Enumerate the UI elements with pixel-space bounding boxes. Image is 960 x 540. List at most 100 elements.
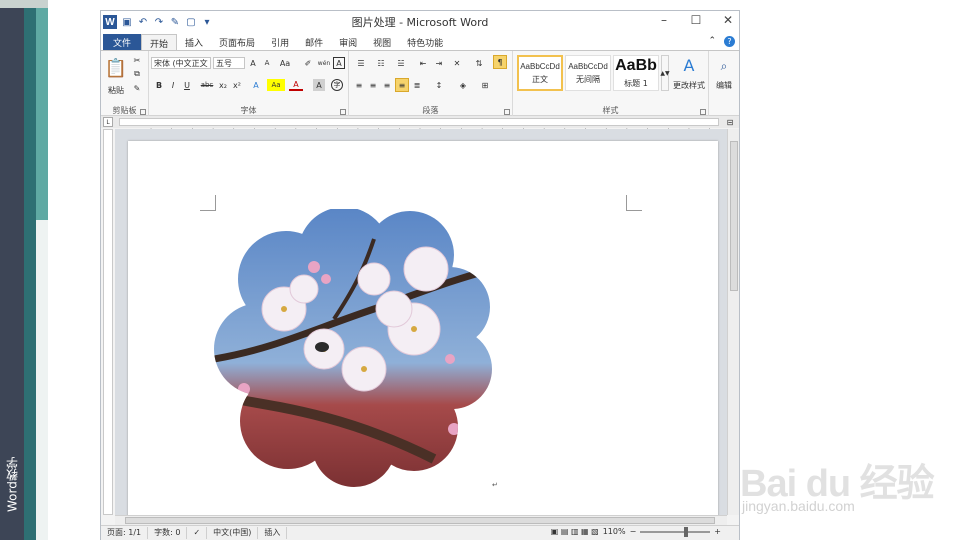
strikethrough-button[interactable]: abc bbox=[199, 79, 215, 91]
tab-review[interactable]: 审阅 bbox=[331, 34, 365, 50]
tab-features[interactable]: 特色功能 bbox=[399, 34, 451, 50]
font-color-button[interactable]: A bbox=[289, 79, 303, 91]
view-ruler-icon[interactable]: ⊟ bbox=[725, 117, 735, 127]
baidu-watermark: Bai du 经验 jingyan.baidu.com bbox=[740, 452, 950, 522]
highlight-button[interactable]: Aa bbox=[267, 79, 285, 91]
change-case-icon[interactable]: Aa bbox=[277, 57, 293, 69]
decrease-indent-icon[interactable]: ⇤ bbox=[417, 57, 429, 69]
change-styles-button[interactable]: 更改样式 bbox=[669, 79, 709, 91]
paste-icon[interactable]: 📋 bbox=[105, 55, 127, 81]
cloud-shaped-picture[interactable] bbox=[214, 209, 494, 489]
undo-icon[interactable]: ↶ bbox=[137, 16, 149, 28]
align-left-icon[interactable]: ≡ bbox=[353, 79, 365, 91]
help-icon[interactable]: ? bbox=[724, 36, 735, 47]
bold-button[interactable]: B bbox=[153, 79, 165, 91]
styles-launcher-icon[interactable] bbox=[700, 109, 706, 115]
copy-icon[interactable]: ⧉ bbox=[131, 69, 143, 79]
increase-indent-icon[interactable]: ⇥ bbox=[433, 57, 445, 69]
redo-icon[interactable]: ↷ bbox=[153, 16, 165, 28]
multilevel-list-icon[interactable]: ☱ bbox=[393, 57, 409, 69]
style-heading-1[interactable]: AaBb 标题 1 bbox=[613, 55, 659, 91]
enclose-char-icon[interactable]: 字 bbox=[331, 79, 343, 91]
document-page[interactable]: ↵ bbox=[128, 141, 718, 515]
insert-mode[interactable]: 插入 bbox=[258, 527, 288, 539]
language-indicator[interactable]: 中文(中国) bbox=[207, 527, 259, 539]
italic-button[interactable]: I bbox=[167, 79, 179, 91]
tab-view[interactable]: 视图 bbox=[365, 34, 399, 50]
vertical-scrollbar[interactable] bbox=[727, 129, 739, 515]
zoom-slider[interactable] bbox=[640, 526, 711, 537]
superscript-button[interactable]: x² bbox=[231, 79, 243, 91]
find-icon[interactable]: ⌕ bbox=[715, 57, 733, 75]
style-normal[interactable]: AaBbCcDd 正文 bbox=[517, 55, 563, 91]
screen: Word教学 W ▣ ↶ ↷ ✎ ▢ ▾ 图片处理 - Microsoft Wo… bbox=[0, 0, 960, 540]
tab-file[interactable]: 文件 bbox=[103, 34, 142, 50]
bullets-icon[interactable]: ☰ bbox=[353, 57, 369, 69]
collapse-ribbon-icon[interactable]: ⌃ bbox=[708, 36, 716, 47]
clipboard-launcher-icon[interactable] bbox=[140, 109, 146, 115]
view-mode-icons[interactable]: ▣ ▤ ▥ ▦ ▧ bbox=[551, 527, 599, 536]
format-painter-ribbon-icon[interactable]: ✎ bbox=[131, 83, 143, 93]
word-count[interactable]: 字数: 0 bbox=[148, 527, 188, 539]
align-center-icon[interactable]: ≡ bbox=[367, 79, 379, 91]
maximize-button[interactable]: ☐ bbox=[689, 13, 703, 27]
phonetic-guide-icon[interactable]: wén bbox=[317, 57, 331, 69]
text-effect-button[interactable]: A bbox=[249, 79, 263, 91]
char-border-icon[interactable]: A bbox=[333, 57, 345, 69]
format-painter-icon[interactable]: ✎ bbox=[169, 16, 181, 28]
save-icon[interactable]: ▣ bbox=[121, 16, 133, 28]
line-spacing-icon[interactable]: ↕ bbox=[431, 79, 447, 91]
vertical-scroll-thumb[interactable] bbox=[730, 141, 738, 291]
tab-selector-icon[interactable]: L bbox=[103, 117, 113, 127]
paste-button[interactable]: 粘贴 bbox=[103, 85, 129, 95]
document-area: ↵ bbox=[115, 129, 727, 515]
slide-side-label: Word教学 bbox=[5, 457, 20, 513]
horizontal-scroll-thumb[interactable] bbox=[125, 517, 715, 524]
subscript-button[interactable]: x₂ bbox=[217, 79, 229, 91]
zoom-slider-thumb[interactable] bbox=[684, 526, 689, 537]
zoom-in-button[interactable]: + bbox=[714, 527, 721, 536]
tab-home[interactable]: 开始 bbox=[141, 34, 178, 50]
change-styles-icon[interactable]: A bbox=[673, 55, 705, 75]
close-button[interactable]: ✕ bbox=[721, 13, 735, 27]
font-size-select[interactable]: 五号 bbox=[213, 57, 245, 69]
numbering-icon[interactable]: ☷ bbox=[373, 57, 389, 69]
align-right-icon[interactable]: ≡ bbox=[381, 79, 393, 91]
tab-references[interactable]: 引用 bbox=[263, 34, 297, 50]
show-marks-icon[interactable]: ¶ bbox=[493, 55, 507, 69]
minimize-button[interactable]: – bbox=[657, 13, 671, 27]
borders-icon[interactable]: ⊞ bbox=[477, 79, 493, 91]
new-doc-icon[interactable]: ▢ bbox=[185, 16, 197, 28]
font-launcher-icon[interactable] bbox=[340, 109, 346, 115]
proofing-icon[interactable]: ✓ bbox=[187, 527, 208, 539]
grow-font-icon[interactable]: A bbox=[247, 57, 259, 69]
tab-mailings[interactable]: 邮件 bbox=[297, 34, 331, 50]
underline-button[interactable]: U bbox=[181, 79, 193, 91]
more-icon[interactable]: ▾ bbox=[201, 16, 213, 28]
word-window: W ▣ ↶ ↷ ✎ ▢ ▾ 图片处理 - Microsoft Word – ☐ … bbox=[100, 10, 740, 540]
zoom-out-button[interactable]: − bbox=[630, 527, 637, 536]
style-no-spacing[interactable]: AaBbCcDd 无间隔 bbox=[565, 55, 611, 91]
tab-page-layout[interactable]: 页面布局 bbox=[211, 34, 263, 50]
shading-icon[interactable]: ◈ bbox=[455, 79, 471, 91]
distribute-icon[interactable]: ≣ bbox=[411, 79, 423, 91]
cut-icon[interactable]: ✂ bbox=[131, 55, 143, 65]
justify-icon[interactable]: ≡ bbox=[395, 78, 409, 92]
font-family-select[interactable]: 宋体 (中文正文 bbox=[151, 57, 211, 69]
char-shading-button[interactable]: A bbox=[313, 79, 325, 91]
word-app-icon[interactable]: W bbox=[103, 15, 117, 29]
page-count[interactable]: 页面: 1/1 bbox=[101, 527, 149, 539]
zoom-level[interactable]: 110% bbox=[603, 527, 626, 536]
sort-icon[interactable]: ⇅ bbox=[473, 57, 485, 69]
paragraph-launcher-icon[interactable] bbox=[504, 109, 510, 115]
clear-format-icon[interactable]: ✐ bbox=[301, 57, 315, 69]
editing-button[interactable]: 编辑 bbox=[709, 79, 739, 91]
shrink-font-icon[interactable]: A bbox=[261, 57, 273, 69]
quick-access-toolbar: W ▣ ↶ ↷ ✎ ▢ ▾ bbox=[101, 15, 213, 29]
ruler-track[interactable]: 8642246810121416182022242628303234363840… bbox=[119, 118, 719, 135]
horizontal-scrollbar[interactable] bbox=[115, 515, 727, 525]
styles-scroll-icon[interactable]: ▲▼ bbox=[660, 55, 670, 91]
group-paragraph: ☰ ☷ ☱ ⇤ ⇥ ✕ ⇅ ¶ ≡ ≡ ≡ ≡ ≣ ↕ ◈ ⊞ 段落 bbox=[349, 51, 513, 117]
chinese-layout-icon[interactable]: ✕ bbox=[449, 57, 465, 69]
tab-insert[interactable]: 插入 bbox=[177, 34, 211, 50]
